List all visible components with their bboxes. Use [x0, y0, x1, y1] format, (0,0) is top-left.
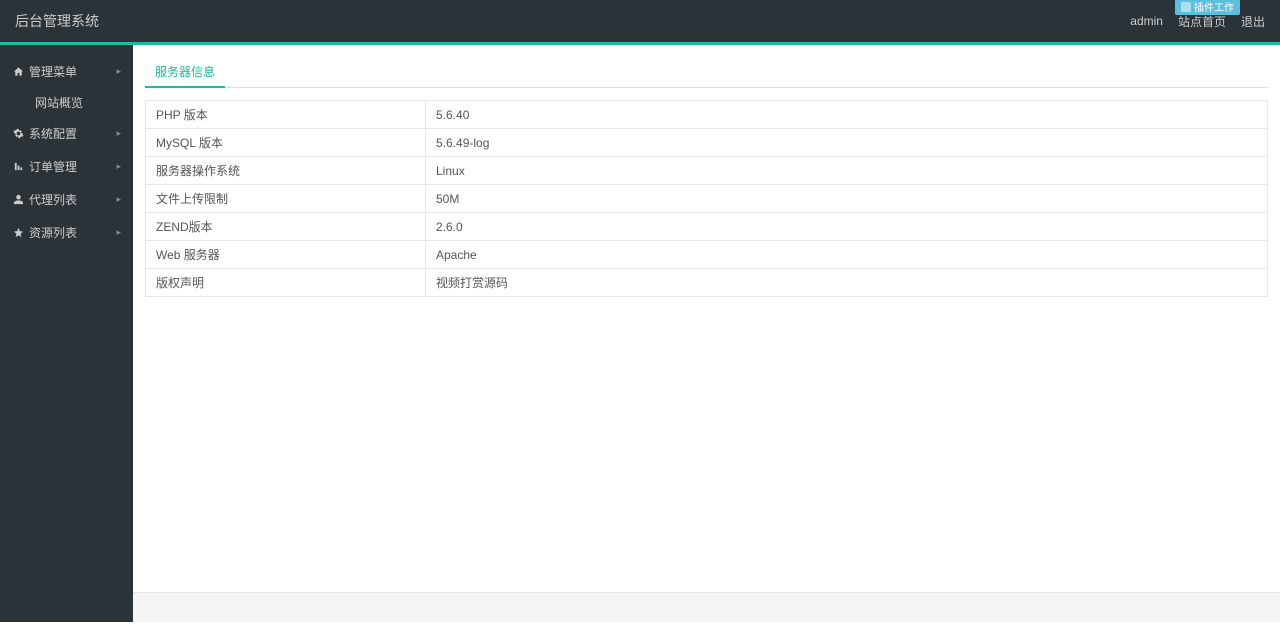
app-title: 后台管理系统: [15, 11, 99, 31]
tab-header: 服务器信息: [145, 57, 1268, 88]
info-key: ZEND版本: [146, 213, 426, 241]
bars-icon: [12, 161, 24, 173]
info-value: 视频打赏源码: [426, 269, 1268, 297]
info-key: 服务器操作系统: [146, 157, 426, 185]
cog-icon: [12, 128, 24, 140]
header-right: admin 站点首页 退出: [1130, 13, 1265, 30]
user-icon: [12, 194, 24, 206]
sidebar-label: 订单管理: [29, 158, 77, 175]
sidebar-item-resources[interactable]: 资源列表 ▸: [0, 216, 133, 249]
main-footer: [133, 592, 1280, 622]
star-icon: [12, 227, 24, 239]
info-value: 5.6.40: [426, 101, 1268, 129]
info-key: MySQL 版本: [146, 129, 426, 157]
header: 后台管理系统 插件工作 admin 站点首页 退出: [0, 0, 1280, 45]
chevron-right-icon: ▸: [116, 161, 121, 172]
info-key: 文件上传限制: [146, 185, 426, 213]
info-value: Apache: [426, 241, 1268, 269]
header-user[interactable]: admin: [1130, 14, 1163, 28]
chevron-right-icon: ▸: [116, 66, 121, 77]
chevron-right-icon: ▸: [116, 128, 121, 139]
home-icon: [12, 66, 24, 78]
sidebar-item-agents[interactable]: 代理列表 ▸: [0, 183, 133, 216]
chevron-right-icon: ▸: [116, 227, 121, 238]
table-row: MySQL 版本 5.6.49-log: [146, 129, 1268, 157]
server-info-table: PHP 版本 5.6.40 MySQL 版本 5.6.49-log 服务器操作系…: [145, 100, 1268, 297]
badge-label: 插件工作: [1194, 0, 1234, 14]
info-value: 2.6.0: [426, 213, 1268, 241]
header-logout-link[interactable]: 退出: [1241, 13, 1265, 30]
info-key: Web 服务器: [146, 241, 426, 269]
badge-icon: [1181, 2, 1191, 12]
table-row: Web 服务器 Apache: [146, 241, 1268, 269]
sidebar-item-system[interactable]: 系统配置 ▸: [0, 117, 133, 150]
sidebar-label: 系统配置: [29, 125, 77, 142]
info-value: 5.6.49-log: [426, 129, 1268, 157]
main: 服务器信息 PHP 版本 5.6.40 MySQL 版本 5.6.49-log …: [133, 45, 1280, 622]
table-row: PHP 版本 5.6.40: [146, 101, 1268, 129]
table-row: ZEND版本 2.6.0: [146, 213, 1268, 241]
info-value: Linux: [426, 157, 1268, 185]
sidebar-item-menu[interactable]: 管理菜单 ▸: [0, 55, 133, 88]
tab-server-info[interactable]: 服务器信息: [145, 57, 225, 88]
table-row: 文件上传限制 50M: [146, 185, 1268, 213]
info-key: 版权声明: [146, 269, 426, 297]
sidebar: 管理菜单 ▸ 网站概览 系统配置 ▸ 订单管理 ▸: [0, 45, 133, 622]
top-badge[interactable]: 插件工作: [1175, 0, 1240, 15]
sidebar-item-orders[interactable]: 订单管理 ▸: [0, 150, 133, 183]
sidebar-label: 资源列表: [29, 224, 77, 241]
sidebar-subitem-overview[interactable]: 网站概览: [0, 88, 133, 117]
chevron-right-icon: ▸: [116, 194, 121, 205]
header-home-link[interactable]: 站点首页: [1178, 13, 1226, 30]
sidebar-label: 管理菜单: [29, 63, 77, 80]
info-key: PHP 版本: [146, 101, 426, 129]
info-value: 50M: [426, 185, 1268, 213]
sidebar-label: 代理列表: [29, 191, 77, 208]
table-row: 版权声明 视频打赏源码: [146, 269, 1268, 297]
table-row: 服务器操作系统 Linux: [146, 157, 1268, 185]
